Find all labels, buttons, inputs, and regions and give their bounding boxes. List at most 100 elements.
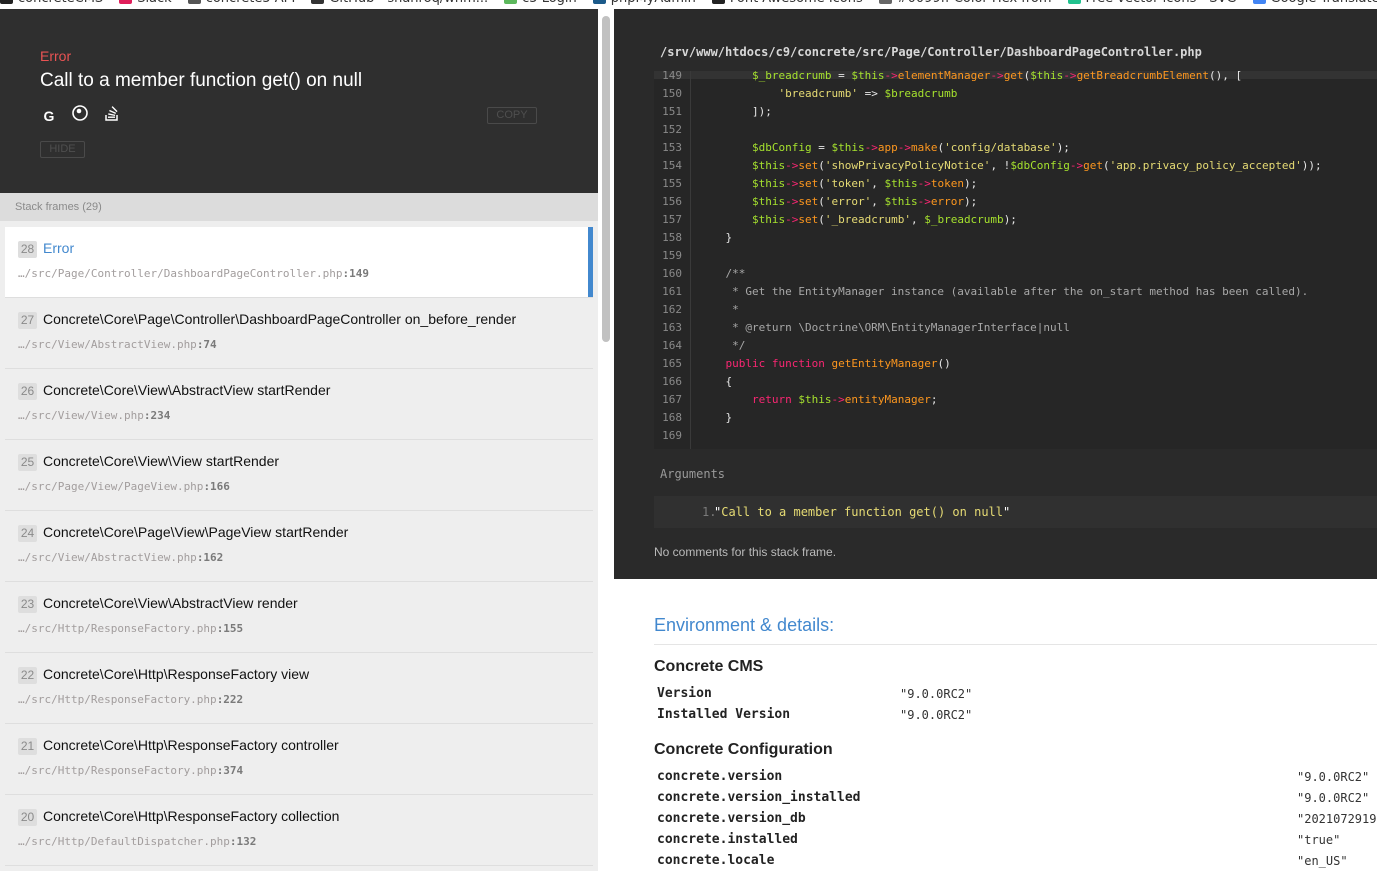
frame-class: Concrete\Core\View\AbstractView render [43,595,298,611]
frame-index: 27 [18,312,37,329]
frame-index: 26 [18,383,37,400]
frame-class: Concrete\Core\Http\ResponseFactory view [43,666,310,682]
frame-index: 25 [18,454,37,471]
code-line: 'breadcrumb' => $breadcrumb [778,87,958,100]
env-key: Version [657,686,712,701]
line-gutter: 149 150 151 152 153 154 155 156 157 158 159 160 161 1… [654,71,691,449]
stack-panel: Error Call to a member function get() on… [0,9,598,871]
line-number: 158 [662,231,682,244]
frame-file: …/src/View/View.php:234 [18,409,171,422]
env-value: "9.0.0RC2" [900,708,973,722]
hide-button[interactable]: HIDE [40,141,85,158]
bookmark-label: #0099ff Color Hex from [897,0,1052,6]
bookmark-item[interactable]: Google Translate [1252,0,1377,6]
stack-frame[interactable]: 22 Concrete\Core\Http\ResponseFactory vie… [5,653,593,724]
code-line: $dbConfig = $this->app->make('config/dat… [751,141,1070,154]
bookmark-label: GitHub - shahroq/whm... [329,0,488,6]
frame-index: 28 [18,241,37,258]
bookmark-favicon-icon [187,0,201,4]
frame-class: Concrete\Core\Page\View\PageView startRe… [43,524,349,540]
frame-class: Concrete\Core\Page\Controller\DashboardP… [43,311,517,327]
code-line: { [699,375,733,388]
frame-file: …/src/Page/View/PageView.php:166 [18,480,230,493]
code-line: return $this->entityManager; [751,393,938,406]
env-row: concrete.installed "true" [654,832,1377,853]
stack-frame[interactable]: 24 Concrete\Core\Page\View\PageView start… [5,511,593,582]
stack-frame[interactable]: 25 Concrete\Core\View\View startRender …/s… [5,440,593,511]
env-value: "9.0.0RC2" [900,687,973,701]
bookmark-item[interactable]: Free vector icons - SVG [1067,0,1237,6]
frame-file: …/src/Http/ResponseFactory.php:374 [18,764,244,777]
google-icon[interactable]: G [40,107,58,125]
frame-file: …/src/View/AbstractView.php:162 [18,551,224,564]
frame-file: …/src/Page/Controller/DashboardPageContr… [18,267,370,280]
bookmark-label: Font Awesome Icons [730,0,863,6]
code-line: $this->set('error', $this->error); [751,195,978,208]
line-number: 155 [662,177,682,190]
left-scrollbar[interactable] [602,16,610,342]
stack-frame[interactable]: 20 Concrete\Core\Http\ResponseFactory col… [5,795,593,866]
frame-index: 24 [18,525,37,542]
line-number: 161 [662,285,682,298]
line-number: 154 [662,159,682,172]
bookmark-favicon-icon [592,0,606,4]
bookmark-label: Google Translate [1271,0,1377,6]
bookmark-item[interactable]: phpMyAdmin [592,0,696,6]
env-key: concrete.version [657,769,783,784]
frame-file: …/src/Http/ResponseFactory.php:222 [18,693,244,706]
env-key: concrete.locale [657,853,775,868]
stack-frame[interactable]: 23 Concrete\Core\View\AbstractView render… [5,582,593,653]
env-row: Version "9.0.0RC2" [654,686,1377,707]
frame-file: …/src/Http/DefaultDispatcher.php:132 [18,835,257,848]
line-number: 156 [662,195,682,208]
bookmark-item[interactable]: concreteCMS [0,0,103,6]
code-section: /srv/www/htdocs/c9/concrete/src/Page/Con… [614,9,1377,579]
frame-class: Concrete\Core\Http\ResponseFactory colle… [43,808,340,824]
stack-frame[interactable]: 21 Concrete\Core\Http\ResponseFactory con… [5,724,593,795]
bookmark-item[interactable]: Font Awesome Icons [711,0,863,6]
frame-class: Error [43,240,75,256]
stack-frame[interactable]: 26 Concrete\Core\View\AbstractView startR… [5,369,593,440]
bookmark-item[interactable]: #0099ff Color Hex from [878,0,1052,6]
duckduckgo-icon[interactable] [71,105,89,123]
stack-frame[interactable]: 27 Concrete\Core\Page\Controller\Dashboar… [5,298,593,369]
line-number: 159 [662,249,682,262]
code-line: */ [699,339,746,352]
line-number: 166 [662,375,682,388]
environment-title: Environment & details: [654,615,1377,645]
stackoverflow-icon[interactable] [103,105,121,123]
bookmark-item[interactable]: c5 Login [504,0,577,6]
env-row: concrete.locale "en_US" [654,853,1377,871]
code-line: ]); [699,105,772,118]
bookmark-item[interactable]: GitHub - shahroq/whm... [311,0,488,6]
argument-item: 1. "Call to a member function get() on n… [654,496,1377,528]
env-value: "en_US" [1297,854,1348,868]
bookmarks-bar: concreteCMS Slack concrete5 API GitHub - sh… [0,0,1377,9]
bookmark-label: Slack [137,0,172,6]
bookmark-item[interactable]: Slack [119,0,172,6]
bookmark-favicon-icon [504,0,518,4]
env-value: "true" [1297,833,1341,847]
line-number: 168 [662,411,682,424]
bookmark-favicon-icon [878,0,892,4]
stack-frame[interactable]: 28 Error …/src/Page/Controller/DashboardPa… [5,227,593,298]
env-key: concrete.installed [657,832,798,847]
code-line: * @return \Doctrine\ORM\EntityManagerInt… [699,321,1070,334]
line-number: 150 [662,87,682,100]
env-row: concrete.version_installed "9.0.0RC2" [654,790,1377,811]
bookmark-label: Free vector icons - SVG [1086,0,1237,6]
bookmark-favicon-icon [1067,0,1081,4]
frame-class: Concrete\Core\View\View startRender [43,453,280,469]
line-number: 153 [662,141,682,154]
frame-class: Concrete\Core\View\AbstractView startRen… [43,382,331,398]
line-number: 163 [662,321,682,334]
code-line: * [699,303,739,316]
bookmark-item[interactable]: concrete5 API [187,0,295,6]
copy-button[interactable]: COPY [487,107,537,124]
bookmark-favicon-icon [119,0,133,4]
exception-type: Error [40,48,72,64]
code-line: * Get the EntityManager instance (availa… [699,285,1309,298]
code-block: 149 150 151 152 153 154 155 156 157 158 159 160 161 1… [654,71,1377,449]
line-number: 165 [662,357,682,370]
line-number: 167 [662,393,682,406]
